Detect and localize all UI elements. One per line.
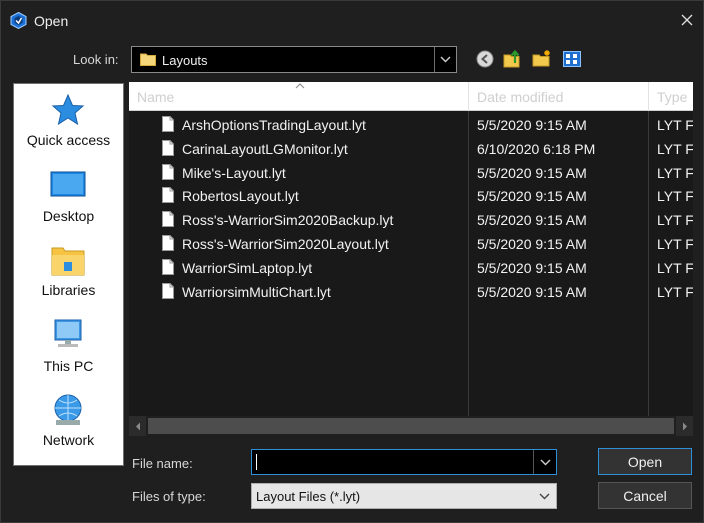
file-icon	[162, 235, 174, 251]
lookin-label: Look in:	[73, 52, 119, 67]
file-icon	[162, 139, 174, 156]
file-icon	[162, 258, 174, 275]
computer-icon	[48, 318, 88, 354]
file-name: RobertosLayout.lyt	[182, 188, 299, 205]
file-type: LYT File	[657, 283, 693, 300]
file-icon	[162, 282, 174, 299]
column-date[interactable]: Date modified	[477, 89, 563, 105]
lookin-value: Layouts	[162, 53, 208, 68]
lookin-combo[interactable]: Layouts	[131, 46, 457, 73]
file-type-label: Files of type:	[132, 489, 206, 504]
column-type[interactable]: Type	[657, 89, 687, 105]
scroll-left-button[interactable]	[129, 416, 146, 436]
libraries-icon	[48, 242, 88, 278]
chevron-left-icon	[135, 419, 141, 434]
window-title: Open	[34, 13, 69, 29]
column-name[interactable]: Name	[137, 89, 174, 105]
sort-ascending-icon	[295, 81, 305, 92]
file-name: ArshOptionsTradingLayout.lyt	[182, 117, 366, 133]
place-desktop[interactable]: Desktop	[14, 168, 123, 238]
file-date: 5/5/2020 9:15 AM	[477, 117, 587, 133]
file-type: LYT File	[657, 212, 693, 229]
open-button[interactable]: Open	[598, 448, 692, 475]
file-name: Mike's-Layout.lyt	[182, 164, 286, 181]
file-name: CarinaLayoutLGMonitor.lyt	[182, 140, 348, 157]
up-folder-button[interactable]	[502, 49, 524, 71]
place-label: Quick access	[26, 132, 111, 148]
file-date: 5/5/2020 9:15 AM	[477, 188, 587, 205]
place-quick-access[interactable]: Quick access	[14, 92, 123, 162]
file-date: 5/5/2020 9:15 AM	[477, 283, 587, 300]
file-type: LYT File	[657, 259, 693, 276]
file-name: WarriorSimLaptop.lyt	[182, 259, 313, 276]
up-folder-icon	[503, 49, 523, 72]
app-icon	[10, 11, 27, 30]
file-date: 5/5/2020 9:15 AM	[477, 236, 587, 252]
file-type: LYT File	[657, 140, 693, 157]
file-type: LYT File	[657, 164, 693, 181]
network-icon	[48, 392, 88, 428]
file-icon	[162, 116, 174, 132]
desktop-icon	[48, 168, 88, 204]
file-row[interactable]: WarriorSimLaptop.lyt 5/5/2020 9:15 AM LYT …	[129, 256, 693, 280]
file-type-value: Layout Files (*.lyt)	[256, 489, 361, 504]
scroll-right-button[interactable]	[676, 416, 693, 436]
file-name-label: File name:	[132, 456, 193, 471]
new-folder-icon	[532, 49, 552, 72]
folder-icon	[140, 51, 156, 70]
file-list: Name Date modified Type ArshOptionsTradi…	[129, 82, 693, 436]
places-bar: Quick access Desktop Libraries This PC N…	[13, 83, 124, 466]
scrollbar-thumb[interactable]	[148, 418, 674, 434]
file-date: 5/5/2020 9:15 AM	[477, 164, 587, 181]
file-name-field[interactable]	[251, 449, 557, 475]
file-icon	[162, 163, 174, 180]
view-menu-button[interactable]	[561, 49, 583, 71]
place-label: Network	[42, 432, 95, 448]
chevron-down-icon[interactable]	[533, 484, 556, 508]
column-separator[interactable]	[468, 82, 469, 111]
file-row[interactable]: WarriorsimMultiChart.lyt 5/5/2020 9:15 AM…	[129, 280, 693, 304]
place-label: Desktop	[42, 208, 95, 224]
file-date: 6/10/2020 6:18 PM	[477, 140, 596, 157]
file-type-select[interactable]: Layout Files (*.lyt)	[251, 483, 557, 509]
new-folder-button[interactable]	[531, 49, 553, 71]
file-row[interactable]: CarinaLayoutLGMonitor.lyt 6/10/2020 6:18 …	[129, 137, 693, 161]
chevron-down-icon[interactable]	[533, 450, 556, 474]
file-name: WarriorsimMultiChart.lyt	[182, 283, 331, 300]
chevron-down-icon[interactable]	[434, 47, 456, 72]
open-dialog: Open Look in: Layouts Quick access Deskt…	[0, 0, 704, 523]
column-separator[interactable]	[648, 82, 649, 111]
close-icon	[681, 14, 693, 29]
file-row[interactable]: Mike's-Layout.lyt 5/5/2020 9:15 AM LYT Fil…	[129, 161, 693, 185]
cancel-button[interactable]: Cancel	[598, 482, 692, 509]
place-label: Libraries	[41, 282, 96, 298]
chevron-right-icon	[682, 419, 688, 434]
horizontal-scrollbar[interactable]	[129, 416, 693, 436]
text-caret	[256, 454, 257, 470]
file-row[interactable]: Ross's-WarriorSim2020Backup.lyt 5/5/2020 …	[129, 208, 693, 232]
file-row[interactable]: RobertosLayout.lyt 5/5/2020 9:15 AM LYT Fi…	[129, 184, 693, 208]
file-row[interactable]: ArshOptionsTradingLayout.lyt 5/5/2020 9:1…	[129, 113, 693, 137]
file-type: LYT File	[657, 188, 693, 205]
place-libraries[interactable]: Libraries	[14, 242, 123, 312]
list-header: Name Date modified Type	[129, 82, 693, 111]
file-type: LYT File	[657, 117, 693, 133]
star-icon	[48, 92, 88, 128]
view-grid-icon	[563, 50, 581, 70]
file-date: 5/5/2020 9:15 AM	[477, 212, 587, 229]
file-icon	[162, 187, 174, 204]
file-icon	[162, 211, 174, 228]
file-date: 5/5/2020 9:15 AM	[477, 259, 587, 276]
place-label: This PC	[43, 358, 94, 374]
file-name: Ross's-WarriorSim2020Layout.lyt	[182, 236, 389, 252]
place-this-pc[interactable]: This PC	[14, 318, 123, 388]
back-button[interactable]	[474, 49, 496, 71]
file-name: Ross's-WarriorSim2020Backup.lyt	[182, 212, 394, 229]
title-bar: Open	[1, 1, 703, 41]
place-network[interactable]: Network	[14, 392, 123, 462]
file-type: LYT File	[657, 236, 693, 252]
close-button[interactable]	[673, 7, 701, 35]
file-row[interactable]: Ross's-WarriorSim2020Layout.lyt 5/5/2020 …	[129, 232, 693, 256]
back-icon	[476, 50, 494, 71]
